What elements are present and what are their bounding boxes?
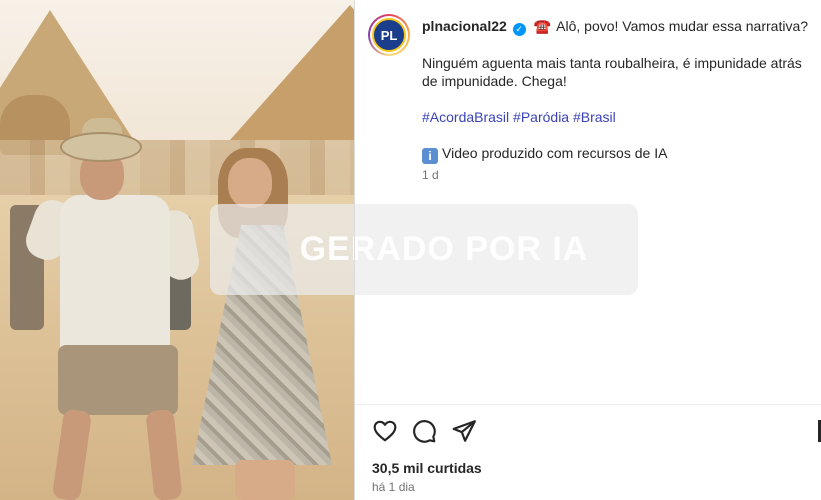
- verified-badge-icon: ✓: [512, 23, 526, 36]
- caption-paragraph: Ninguém aguenta mais tanta roubalheira, …: [422, 55, 802, 89]
- woman-face: [228, 158, 272, 208]
- woman-legs: [235, 460, 295, 500]
- like-count[interactable]: 30,5 mil curtidas: [372, 460, 482, 476]
- comment-icon: [413, 420, 436, 443]
- disclaimer-text: Video produzido com recursos de IA: [442, 145, 668, 161]
- avatar-logo: PL: [372, 18, 406, 52]
- actions-divider: [355, 404, 821, 405]
- hashtag-list: #AcordaBrasil #Paródia #Brasil: [422, 108, 817, 126]
- caption-headline: Alô, povo! Vamos mudar essa narrativa?: [556, 18, 809, 34]
- like-button[interactable]: [372, 418, 398, 444]
- username-link[interactable]: plnacional22: [422, 18, 507, 34]
- hashtag-link[interactable]: #Paródia: [513, 109, 569, 125]
- caption-timestamp[interactable]: 1 d: [422, 168, 439, 182]
- hashtag-link[interactable]: #Brasil: [573, 109, 616, 125]
- send-icon: [452, 420, 476, 442]
- ruins: [0, 140, 354, 195]
- avatar-ring: PL: [370, 16, 408, 54]
- man-shirt: [60, 195, 170, 355]
- comment-button[interactable]: [411, 418, 437, 444]
- man-hat-brim: [60, 132, 142, 162]
- pyramid-right: [230, 5, 354, 140]
- post-date: há 1 dia: [372, 480, 415, 494]
- heart-icon: [373, 420, 397, 442]
- info-icon: i: [422, 148, 438, 164]
- man-shorts: [58, 345, 178, 415]
- share-button[interactable]: [451, 418, 477, 444]
- telephone-icon: ☎️: [533, 18, 552, 34]
- post-details-panel: PL plnacional22 ✓ ☎️ Alô, povo! Vamos mu…: [355, 0, 821, 500]
- hashtag-link[interactable]: #AcordaBrasil: [422, 109, 509, 125]
- ai-disclaimer: i Video produzido com recursos de IA: [422, 144, 817, 164]
- post-caption: plnacional22 ✓ ☎️ Alô, povo! Vamos mudar…: [422, 17, 817, 164]
- avatar[interactable]: PL: [368, 14, 410, 56]
- caption-first-line: plnacional22 ✓ ☎️ Alô, povo! Vamos mudar…: [422, 17, 817, 36]
